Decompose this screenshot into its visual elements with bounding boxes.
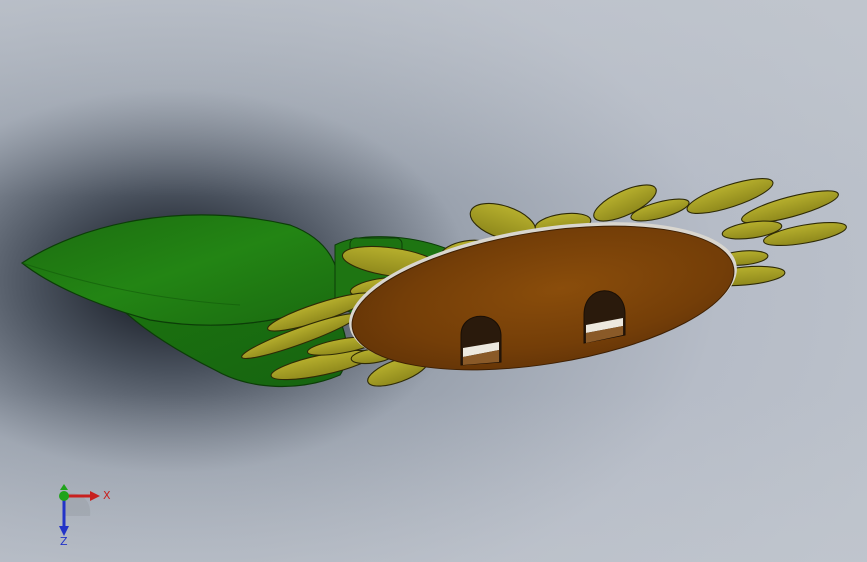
y-axis-arrowhead (60, 484, 68, 490)
y-axis-point (59, 491, 69, 501)
x-axis-arrowhead (90, 491, 100, 501)
3d-viewport[interactable]: X Z (0, 0, 867, 562)
disc-hole-right (583, 290, 626, 344)
disc-hole-left (460, 315, 502, 366)
z-axis-label: Z (60, 535, 68, 546)
x-axis-label: X (103, 489, 111, 502)
model-canvas[interactable] (0, 0, 867, 562)
coordinate-triad: X Z (50, 482, 120, 546)
